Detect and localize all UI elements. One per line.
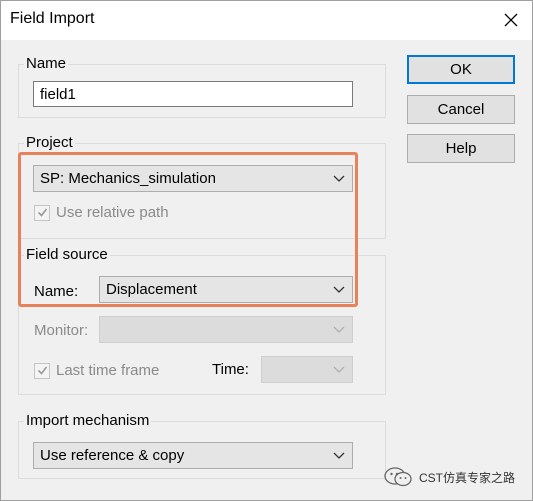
wechat-icon <box>384 467 412 487</box>
close-button[interactable] <box>498 9 524 31</box>
name-field[interactable]: field1 <box>33 81 353 107</box>
checkbox-box <box>34 362 50 379</box>
name-group-legend: Name <box>24 55 69 72</box>
import-mechanism-select[interactable]: Use reference & copy <box>33 442 353 469</box>
time-label: Time: <box>212 361 249 378</box>
chevron-down-icon <box>332 365 346 375</box>
import-mechanism-legend: Import mechanism <box>24 412 152 429</box>
name-field-value: field1 <box>40 85 76 103</box>
chevron-down-icon <box>332 451 346 461</box>
watermark-text: CST仿真专家之路 <box>419 470 516 485</box>
close-icon <box>504 13 518 27</box>
time-select[interactable] <box>261 356 353 383</box>
cancel-button[interactable]: Cancel <box>407 95 515 124</box>
watermark: CST仿真专家之路 <box>383 466 515 488</box>
monitor-label: Monitor: <box>34 322 89 339</box>
last-time-frame-label: Last time frame <box>56 362 160 379</box>
window-title: Field Import <box>10 10 95 27</box>
import-mechanism-value: Use reference & copy <box>40 447 185 464</box>
project-group-legend: Project <box>24 134 75 151</box>
checkmark-icon <box>37 366 47 375</box>
last-time-frame-checkbox[interactable]: Last time frame <box>34 362 159 379</box>
help-button[interactable]: Help <box>407 134 515 163</box>
highlight-box <box>18 152 358 307</box>
ok-button[interactable]: OK <box>407 55 515 84</box>
chevron-down-icon <box>332 325 346 335</box>
monitor-select[interactable] <box>99 316 353 343</box>
